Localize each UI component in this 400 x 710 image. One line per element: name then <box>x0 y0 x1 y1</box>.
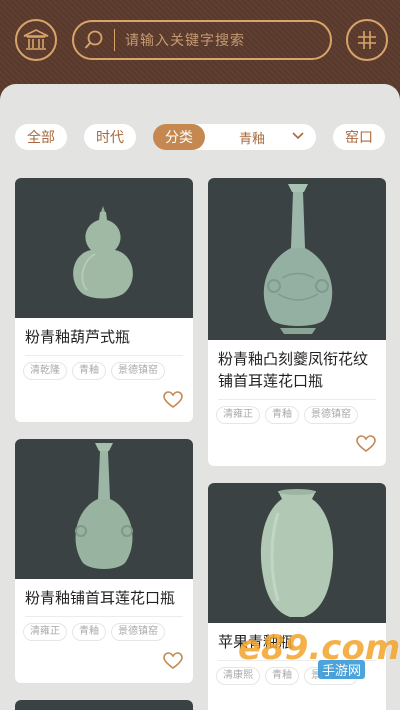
tag[interactable]: 青釉 <box>72 623 106 641</box>
heart-icon[interactable] <box>163 652 183 670</box>
artifact-image[interactable] <box>15 439 193 579</box>
tag[interactable]: 青釉 <box>265 667 299 685</box>
top-bar: 请输入关键字搜索 <box>0 0 400 90</box>
search-bar[interactable]: 请输入关键字搜索 <box>72 20 332 60</box>
artifact-image[interactable] <box>15 700 193 710</box>
card-title: 粉青釉葫芦式瓶 <box>25 328 131 346</box>
tag[interactable]: 景德镇窑 <box>304 406 358 424</box>
watermark-site: 手游网 <box>318 660 366 679</box>
category-value[interactable]: 青釉 <box>239 128 265 147</box>
filter-bar: 全部 时代 分类 青釉 窑口 <box>0 124 400 150</box>
artifact-card[interactable]: 粉青釉葫芦式瓶 清乾隆 青釉 景德镇窑 <box>15 178 193 422</box>
tag[interactable]: 清康熙 <box>216 667 260 685</box>
bars-menu-icon <box>358 31 376 49</box>
menu-button[interactable] <box>346 19 388 61</box>
artifact-card[interactable]: 粉青釉凸刻夔凤衔花纹铺首耳莲花口瓶 清雍正 青釉 景德镇窑 <box>208 178 386 466</box>
tag[interactable]: 清雍正 <box>23 623 67 641</box>
tag-list: 清雍正 青釉 景德镇窑 <box>208 400 386 424</box>
search-placeholder[interactable]: 请输入关键字搜索 <box>125 30 245 50</box>
filter-category-group[interactable]: 分类 青釉 <box>153 124 316 150</box>
filter-category[interactable]: 分类 <box>153 124 205 150</box>
artifact-image[interactable] <box>208 483 386 623</box>
filter-all[interactable]: 全部 <box>15 124 67 150</box>
filter-kiln[interactable]: 窑口 <box>333 124 385 150</box>
tag[interactable]: 景德镇窑 <box>111 362 165 380</box>
search-separator <box>114 29 115 51</box>
card-title: 粉青釉铺首耳莲花口瓶 <box>25 589 176 607</box>
heart-icon[interactable] <box>163 391 183 409</box>
tag[interactable]: 清雍正 <box>216 406 260 424</box>
tag[interactable]: 青釉 <box>265 406 299 424</box>
tag[interactable]: 清乾隆 <box>23 362 67 380</box>
palace-icon <box>23 29 49 50</box>
chevron-down-icon[interactable] <box>292 131 304 141</box>
card-title: 粉青釉凸刻夔凤衔花纹铺首耳莲花口瓶 <box>218 350 369 390</box>
palace-home-button[interactable] <box>15 19 57 61</box>
artifact-image[interactable] <box>208 178 386 340</box>
tag[interactable]: 青釉 <box>72 362 106 380</box>
artifact-card[interactable]: 粉青釉铺首耳莲花口瓶 清雍正 青釉 景德镇窑 <box>15 439 193 683</box>
tag-list: 清雍正 青釉 景德镇窑 <box>15 617 193 641</box>
artifact-card[interactable] <box>15 700 193 710</box>
content-panel: 全部 时代 分类 青釉 窑口 粉青釉葫芦式瓶 清乾隆 青釉 景德镇窑 粉青釉凸刻… <box>0 84 400 710</box>
tag[interactable]: 景德镇窑 <box>111 623 165 641</box>
tag-list: 清乾隆 青釉 景德镇窑 <box>15 356 193 380</box>
filter-era[interactable]: 时代 <box>84 124 136 150</box>
artifact-image[interactable] <box>15 178 193 318</box>
search-icon <box>74 22 114 58</box>
heart-icon[interactable] <box>356 435 376 453</box>
